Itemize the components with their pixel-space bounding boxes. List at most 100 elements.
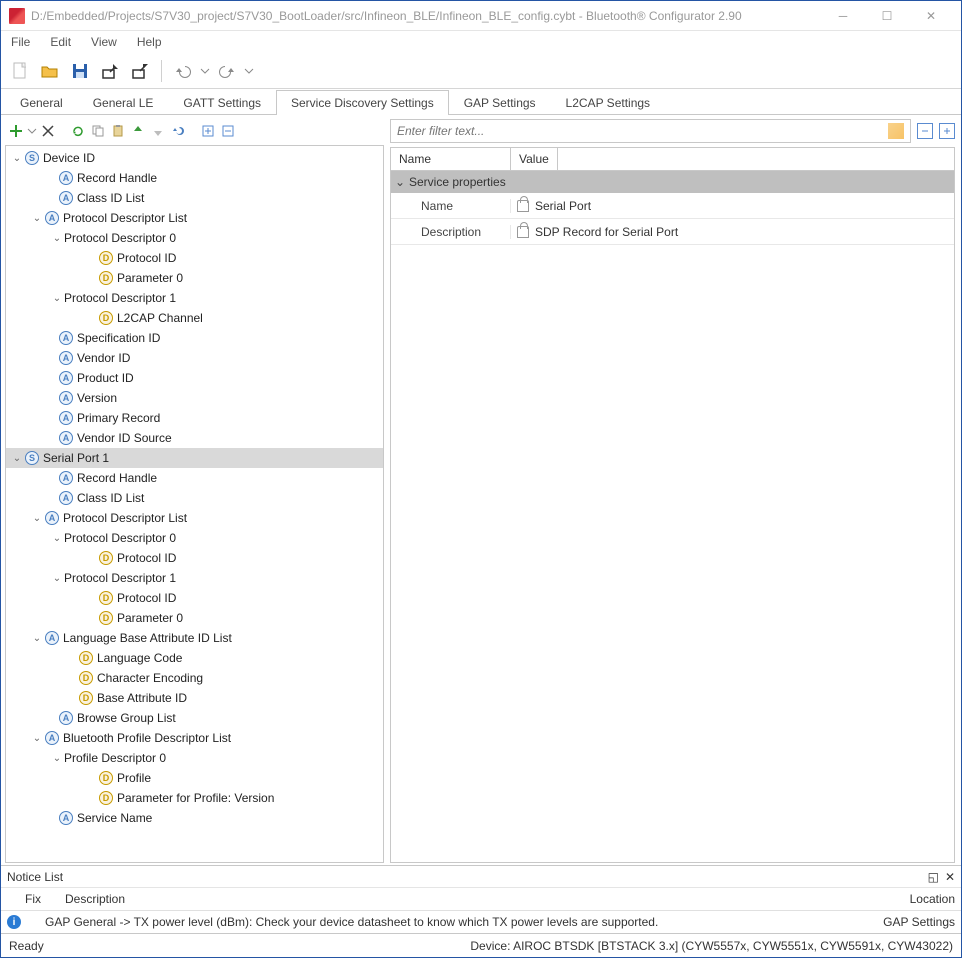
chevron-down-icon[interactable]: ⌄: [393, 175, 407, 189]
undock-icon[interactable]: ◱: [928, 870, 939, 884]
tree-node[interactable]: DLanguage Code: [6, 648, 383, 668]
status-ready: Ready: [9, 939, 44, 953]
titlebar: D:/Embedded/Projects/S7V30_project/S7V30…: [1, 1, 961, 31]
tree-node[interactable]: AVendor ID: [6, 348, 383, 368]
tree-node[interactable]: DProtocol ID: [6, 548, 383, 568]
notice-row[interactable]: i GAP General -> TX power level (dBm): C…: [1, 911, 961, 933]
undo-icon[interactable]: [170, 58, 196, 84]
collapse-props-icon[interactable]: [917, 123, 933, 139]
status-device: Device: AIROC BTSDK [BTSTACK 3.x] (CYW55…: [470, 939, 953, 953]
notice-col-desc[interactable]: Description: [59, 888, 871, 910]
refresh-icon[interactable]: [69, 122, 87, 140]
menu-view[interactable]: View: [87, 33, 121, 51]
lock-icon: [517, 226, 529, 238]
delete-icon[interactable]: [39, 122, 57, 140]
menu-file[interactable]: File: [7, 33, 34, 51]
tree-node[interactable]: ⌄ABluetooth Profile Descriptor List: [6, 728, 383, 748]
tab-gap-settings[interactable]: GAP Settings: [449, 90, 551, 115]
content-area: ⌄SDevice ID ARecord Handle AClass ID Lis…: [1, 115, 961, 865]
tree-node[interactable]: ⌄Protocol Descriptor 0: [6, 228, 383, 248]
tree-node[interactable]: ⌄ALanguage Base Attribute ID List: [6, 628, 383, 648]
notice-header: Fix Description Location: [1, 888, 961, 911]
close-panel-icon[interactable]: ✕: [945, 870, 955, 884]
tree-node[interactable]: AVersion: [6, 388, 383, 408]
tree-node[interactable]: ⌄Profile Descriptor 0: [6, 748, 383, 768]
notice-title: Notice List: [7, 870, 63, 884]
notice-col-fix[interactable]: Fix: [19, 888, 59, 910]
redo-dropdown-icon[interactable]: [244, 58, 254, 84]
import-icon[interactable]: [97, 58, 123, 84]
prop-row-name[interactable]: Name Serial Port: [391, 193, 954, 219]
tree-node[interactable]: ⌄Protocol Descriptor 1: [6, 568, 383, 588]
move-up-icon[interactable]: [129, 122, 147, 140]
propgrid-header-name[interactable]: Name: [391, 148, 511, 170]
undo-small-icon[interactable]: [169, 122, 187, 140]
close-button[interactable]: ✕: [909, 2, 953, 30]
save-icon[interactable]: [67, 58, 93, 84]
collapse-all-icon[interactable]: [219, 122, 237, 140]
add-icon[interactable]: [7, 122, 25, 140]
sdp-tree[interactable]: ⌄SDevice ID ARecord Handle AClass ID Lis…: [5, 145, 384, 863]
move-down-icon[interactable]: [149, 122, 167, 140]
tree-node[interactable]: ARecord Handle: [6, 168, 383, 188]
tree-toolbar: [5, 119, 384, 143]
propgrid-header: Name Value: [391, 148, 954, 171]
tree-node[interactable]: AClass ID List: [6, 488, 383, 508]
tree-node[interactable]: ⌄Protocol Descriptor 0: [6, 528, 383, 548]
tree-node[interactable]: ARecord Handle: [6, 468, 383, 488]
tree-node[interactable]: DParameter for Profile: Version: [6, 788, 383, 808]
minimize-button[interactable]: ─: [821, 2, 865, 30]
tree-node[interactable]: AService Name: [6, 808, 383, 828]
new-icon[interactable]: [7, 58, 33, 84]
tree-node[interactable]: DProtocol ID: [6, 248, 383, 268]
copy-icon[interactable]: [89, 122, 107, 140]
notice-col-loc[interactable]: Location: [871, 888, 961, 910]
expand-props-icon[interactable]: [939, 123, 955, 139]
tree-node[interactable]: DParameter 0: [6, 608, 383, 628]
tree-node[interactable]: AVendor ID Source: [6, 428, 383, 448]
tree-node-device-id[interactable]: ⌄SDevice ID: [6, 148, 383, 168]
tab-general-le[interactable]: General LE: [78, 90, 169, 115]
prop-category[interactable]: ⌄ Service properties: [391, 171, 954, 193]
propgrid-header-value[interactable]: Value: [511, 148, 558, 170]
app-icon: [9, 8, 25, 24]
undo-dropdown-icon[interactable]: [200, 58, 210, 84]
expand-all-icon[interactable]: [199, 122, 217, 140]
right-pane: Name Value ⌄ Service properties Name Ser…: [386, 115, 961, 865]
tree-node[interactable]: ASpecification ID: [6, 328, 383, 348]
tree-node[interactable]: ⌄AProtocol Descriptor List: [6, 208, 383, 228]
tree-node[interactable]: DCharacter Encoding: [6, 668, 383, 688]
tree-node[interactable]: AProduct ID: [6, 368, 383, 388]
tab-service-discovery-settings[interactable]: Service Discovery Settings: [276, 90, 449, 115]
info-icon: i: [7, 915, 21, 929]
paste-icon[interactable]: [109, 122, 127, 140]
property-grid: Name Value ⌄ Service properties Name Ser…: [390, 147, 955, 863]
tree-node[interactable]: AClass ID List: [6, 188, 383, 208]
export-icon[interactable]: [127, 58, 153, 84]
prop-row-description[interactable]: Description SDP Record for Serial Port: [391, 219, 954, 245]
maximize-button[interactable]: ☐: [865, 2, 909, 30]
add-dropdown-icon[interactable]: [27, 122, 37, 140]
tree-node[interactable]: DL2CAP Channel: [6, 308, 383, 328]
tree-node[interactable]: APrimary Record: [6, 408, 383, 428]
tab-general[interactable]: General: [5, 90, 78, 115]
tree-node[interactable]: DProfile: [6, 768, 383, 788]
open-icon[interactable]: [37, 58, 63, 84]
tree-node[interactable]: DBase Attribute ID: [6, 688, 383, 708]
tree-node[interactable]: ⌄AProtocol Descriptor List: [6, 508, 383, 528]
tree-node-serial-port-1[interactable]: ⌄SSerial Port 1: [6, 448, 383, 468]
tab-gatt-settings[interactable]: GATT Settings: [168, 90, 276, 115]
menu-edit[interactable]: Edit: [46, 33, 75, 51]
tree-node[interactable]: ABrowse Group List: [6, 708, 383, 728]
tab-l2cap-settings[interactable]: L2CAP Settings: [551, 90, 666, 115]
filter-input[interactable]: [397, 124, 888, 138]
filter-box[interactable]: [390, 119, 911, 143]
window-title: D:/Embedded/Projects/S7V30_project/S7V30…: [31, 9, 821, 23]
redo-icon[interactable]: [214, 58, 240, 84]
tree-node[interactable]: DProtocol ID: [6, 588, 383, 608]
tree-node[interactable]: DParameter 0: [6, 268, 383, 288]
eraser-icon[interactable]: [888, 123, 904, 139]
menu-help[interactable]: Help: [133, 33, 166, 51]
tree-node[interactable]: ⌄Protocol Descriptor 1: [6, 288, 383, 308]
menubar: File Edit View Help: [1, 31, 961, 53]
